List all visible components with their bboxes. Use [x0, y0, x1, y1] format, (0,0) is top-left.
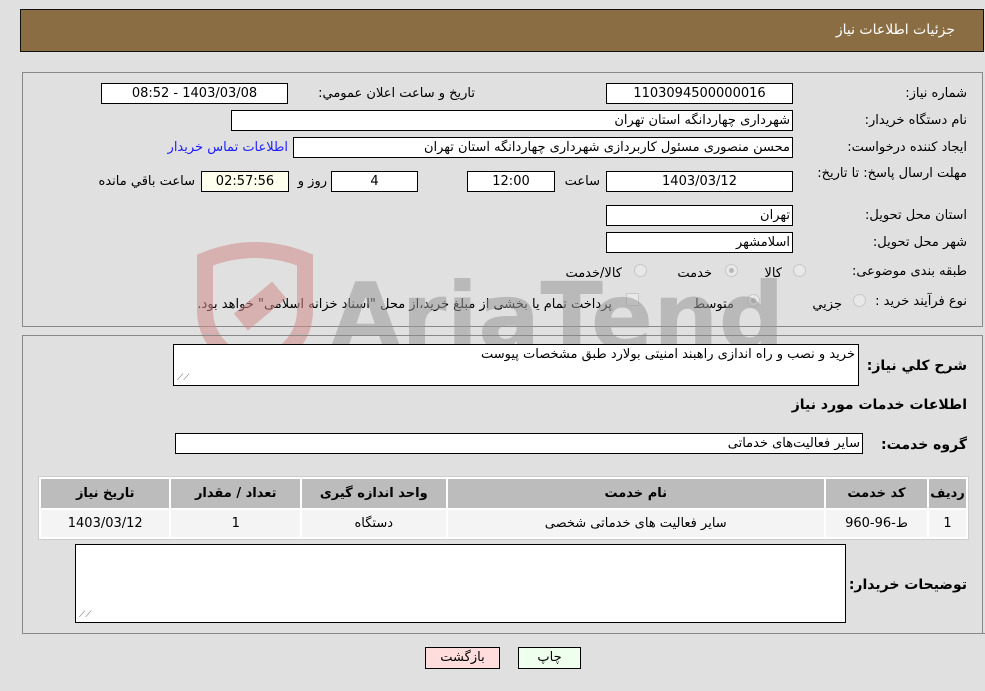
- description-field[interactable]: خرید و نصب و راه اندازی راهبند امنیتی بو…: [173, 344, 859, 386]
- cell-row-number: 1: [929, 510, 966, 537]
- deadline-date-field: 1403/03/12: [606, 171, 793, 192]
- deadline-label: مهلت ارسال پاسخ: تا تاریخ:: [817, 166, 967, 181]
- resize-handle-icon[interactable]: ⟋⟋: [79, 610, 92, 620]
- city-label: شهر محل تحویل:: [872, 235, 967, 250]
- buyer-notes-label: توضیحات خریدار:: [848, 577, 967, 593]
- process-radio-medium[interactable]: [747, 294, 760, 307]
- category-option-service: خدمت: [677, 266, 712, 281]
- cell-quantity: 1: [171, 510, 300, 537]
- divider: [22, 633, 985, 634]
- description-text: خرید و نصب و راه اندازی راهبند امنیتی بو…: [481, 347, 855, 362]
- col-quantity: تعداد / مقدار: [171, 479, 300, 508]
- category-radio-goods-service[interactable]: [634, 264, 647, 277]
- process-radio-minor[interactable]: [853, 294, 866, 307]
- col-service-code: کد خدمت: [825, 479, 928, 508]
- print-button[interactable]: چاپ: [518, 647, 581, 669]
- page-title: جزئیات اطلاعات نیاز: [835, 22, 955, 38]
- buyer-contact-link[interactable]: اطلاعات تماس خريدار: [168, 140, 288, 155]
- service-group-field: سایر فعالیت‌های خدماتی: [175, 433, 863, 454]
- creator-field: محسن منصوری مسئول کاربردازی شهرداری چهار…: [293, 137, 793, 158]
- province-label: استان محل تحویل:: [865, 208, 967, 223]
- remaining-time-label: ساعت باقي مانده: [98, 174, 195, 189]
- creator-label: ایجاد کننده درخواست:: [847, 140, 967, 155]
- process-option-minor: جزيي: [812, 297, 842, 312]
- days-label: روز و: [297, 174, 327, 189]
- col-unit: واحد اندازه گیری: [301, 479, 446, 508]
- category-radio-service[interactable]: [725, 264, 738, 277]
- remaining-time-field: 02:57:56: [201, 171, 289, 192]
- table-row: 1 ط-96-960 سایر فعالیت های خدماتی شخصی د…: [41, 510, 966, 537]
- services-heading: اطلاعات خدمات مورد نیاز: [791, 397, 967, 413]
- description-label: شرح كلي نياز:: [866, 358, 967, 374]
- cell-need-date: 1403/03/12: [41, 510, 170, 537]
- col-row-number: ردیف: [929, 479, 966, 508]
- deadline-time-field: 12:00: [467, 171, 555, 192]
- announce-datetime-field: 1403/03/08 - 08:52: [101, 83, 288, 104]
- back-button[interactable]: بازگشت: [425, 647, 500, 669]
- table-header-row: ردیف کد خدمت نام خدمت واحد اندازه گیری ت…: [41, 479, 966, 508]
- cell-service-name: سایر فعالیت های خدماتی شخصی: [447, 510, 824, 537]
- category-radio-goods[interactable]: [793, 264, 806, 277]
- process-option-medium: متوسط: [693, 297, 734, 312]
- deadline-hour-label: ساعت: [564, 174, 600, 189]
- announce-label: تاریخ و ساعت اعلان عمومي:: [318, 86, 475, 101]
- services-table: ردیف کد خدمت نام خدمت واحد اندازه گیری ت…: [38, 476, 969, 540]
- page-header: جزئیات اطلاعات نیاز: [20, 9, 984, 52]
- buyer-notes-field[interactable]: ⟋⟋: [75, 544, 846, 623]
- col-need-date: تاریخ نیاز: [41, 479, 170, 508]
- service-group-label: گروه خدمت:: [881, 437, 967, 453]
- buyer-org-label: نام دستگاه خريدار:: [864, 113, 967, 128]
- city-field: اسلامشهر: [606, 232, 793, 253]
- days-remaining-field: 4: [331, 171, 418, 192]
- col-service-name: نام خدمت: [447, 479, 824, 508]
- need-number-field: 1103094500000016: [606, 83, 793, 104]
- category-option-goods-service: کالا/خدمت: [565, 266, 622, 281]
- need-number-label: شماره نیاز:: [905, 86, 967, 101]
- treasury-checkbox[interactable]: [626, 293, 639, 306]
- process-label: نوع فرآیند خرید :: [875, 294, 967, 309]
- cell-unit: دستگاه: [301, 510, 446, 537]
- province-field: تهران: [606, 205, 793, 226]
- buyer-org-field: شهرداری چهاردانگه استان تهران: [231, 110, 793, 131]
- resize-handle-icon[interactable]: ⟋⟋: [177, 373, 190, 383]
- category-label: طبقه بندی موضوعی:: [851, 264, 967, 279]
- treasury-text: پرداخت تمام یا بخشی از مبلغ خرید،از محل …: [197, 297, 612, 312]
- cell-service-code: ط-96-960: [825, 510, 928, 537]
- category-option-goods: کالا: [764, 266, 782, 281]
